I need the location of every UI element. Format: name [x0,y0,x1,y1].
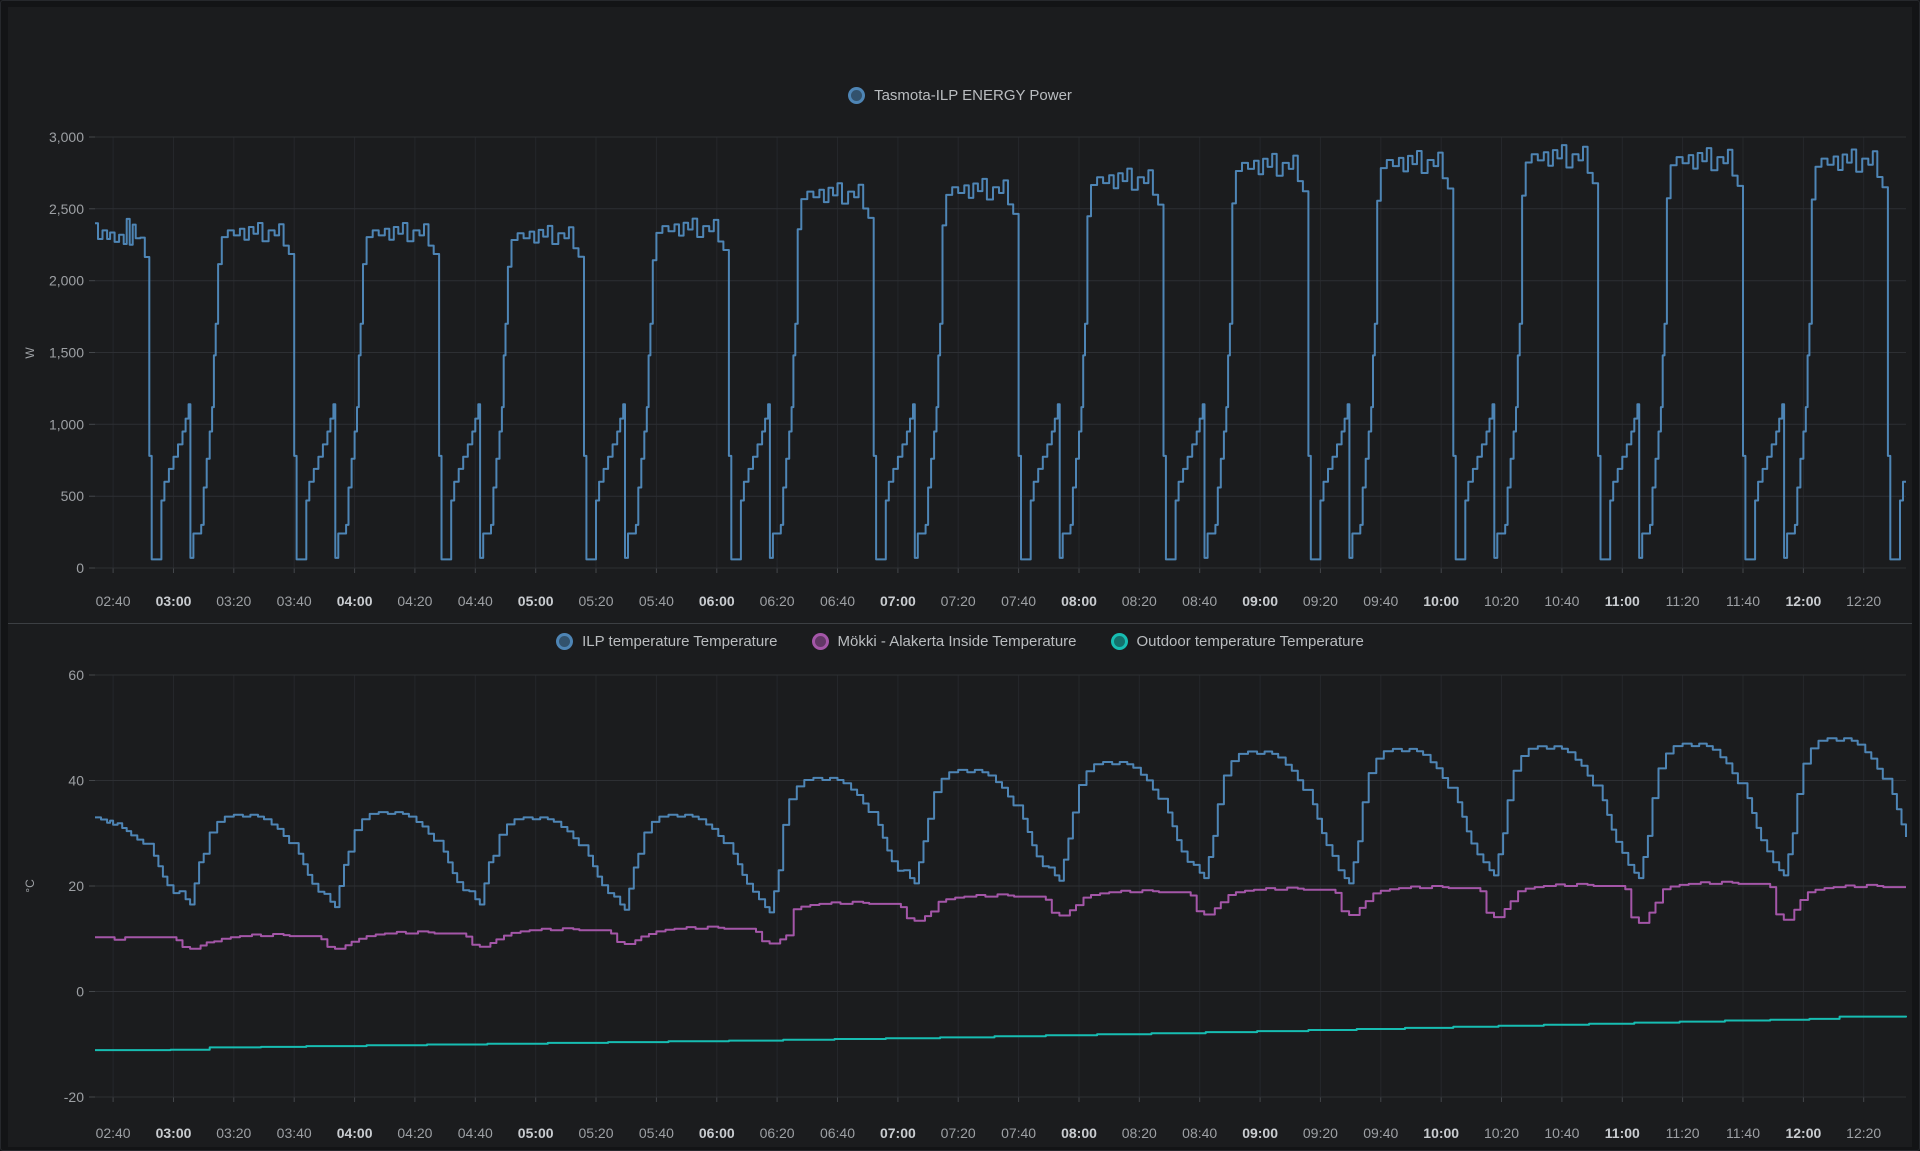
x-tick-label: 11:20 [1666,593,1700,609]
x-tick-label: 09:00 [1242,593,1278,609]
x-tick-label: 05:20 [578,1125,613,1141]
power-panel: Tasmota-ILP ENERGY Power 02:4003:0003:20… [8,7,1912,623]
x-tick-label: 12:00 [1785,1125,1821,1141]
x-tick-label: 02:40 [96,593,131,609]
y-tick-label: 3,000 [49,129,84,145]
x-tick-label: 11:20 [1666,1125,1700,1141]
x-tick-label: 08:40 [1182,593,1217,609]
x-tick-label: 12:00 [1785,593,1821,609]
y-tick-label: 1,500 [49,345,84,361]
y-axis-unit-label: °C [23,879,37,893]
x-tick-label: 07:00 [880,593,916,609]
y-tick-label: 2,500 [49,201,84,217]
x-tick-label: 10:40 [1544,1125,1579,1141]
temperature-panel: ILP temperature Temperature Mökki - Alak… [8,623,1912,1147]
x-tick-label: 10:40 [1544,593,1579,609]
x-tick-label: 11:40 [1726,593,1760,609]
x-tick-label: 07:40 [1001,593,1036,609]
x-tick-label: 02:40 [96,1125,131,1141]
y-tick-label: -20 [64,1089,84,1105]
x-tick-label: 06:00 [699,1125,735,1141]
power-chart-svg[interactable]: 02:40 03:00 03:20 03:40 04:00 04:20 04:40 05:00… [8,7,1914,623]
y-tick-label: 60 [68,667,84,683]
series-path-1 [95,882,1906,949]
x-tick-label: 11:40 [1726,1125,1760,1141]
x-tick-label: 06:40 [820,1125,855,1141]
x-tick-label: 11:00 [1605,593,1640,609]
x-tick-label: 04:40 [458,1125,493,1141]
y-tick-label: 40 [68,773,84,789]
x-tick-label: 09:20 [1303,593,1338,609]
x-tick-label: 03:40 [277,593,312,609]
x-tick-label: 09:40 [1363,1125,1398,1141]
x-tick-label: 04:40 [458,593,493,609]
x-tick-label: 05:20 [578,593,613,609]
x-tick-label: 06:40 [820,593,855,609]
y-tick-label: 500 [61,488,85,504]
x-tick-label: 05:40 [639,1125,674,1141]
y-axis-unit-label: W [23,347,37,359]
x-tick-label: 08:20 [1122,1125,1157,1141]
temperature-chart-svg[interactable]: 02:40 03:00 03:20 03:40 04:00 04:20 04:40 05:00… [8,624,1914,1147]
x-tick-label: 10:00 [1423,1125,1459,1141]
x-tick-label: 09:00 [1242,1125,1278,1141]
x-tick-label: 06:20 [760,593,795,609]
dashboard-frame: ILP Statistics last 10h Tasmota-ILP ENER… [0,0,1920,1151]
x-tick-label: 04:20 [397,1125,432,1141]
x-tick-label: 03:20 [216,593,251,609]
x-tick-label: 08:00 [1061,1125,1097,1141]
x-tick-label: 04:00 [337,1125,373,1141]
x-tick-label: 04:20 [397,593,432,609]
x-tick-label: 05:00 [518,593,554,609]
x-tick-label: 06:00 [699,593,735,609]
series-path-2 [95,1016,1906,1050]
x-tick-label: 03:00 [156,593,192,609]
x-tick-label: 03:40 [277,1125,312,1141]
x-tick-label: 07:20 [941,1125,976,1141]
x-tick-label: 05:00 [518,1125,554,1141]
y-tick-label: 1,000 [49,416,84,432]
x-tick-label: 03:20 [216,1125,251,1141]
x-tick-label: 11:00 [1605,1125,1640,1141]
x-tick-label: 10:00 [1423,593,1459,609]
x-tick-label: 10:20 [1484,1125,1519,1141]
x-tick-label: 10:20 [1484,593,1519,609]
x-tick-label: 12:20 [1846,1125,1881,1141]
y-tick-label: 0 [76,984,84,1000]
x-tick-label: 08:40 [1182,1125,1217,1141]
x-tick-label: 08:00 [1061,593,1097,609]
y-tick-label: 2,000 [49,273,84,289]
x-tick-label: 04:00 [337,593,373,609]
x-tick-label: 09:40 [1363,593,1398,609]
x-tick-label: 07:00 [880,1125,916,1141]
x-tick-label: 06:20 [760,1125,795,1141]
x-tick-label: 07:20 [941,593,976,609]
x-tick-label: 09:20 [1303,1125,1338,1141]
x-tick-label: 03:00 [156,1125,192,1141]
y-tick-label: 20 [68,878,84,894]
x-tick-label: 05:40 [639,593,674,609]
x-tick-label: 07:40 [1001,1125,1036,1141]
y-tick-label: 0 [76,560,84,576]
x-tick-label: 08:20 [1122,593,1157,609]
x-tick-label: 12:20 [1846,593,1881,609]
